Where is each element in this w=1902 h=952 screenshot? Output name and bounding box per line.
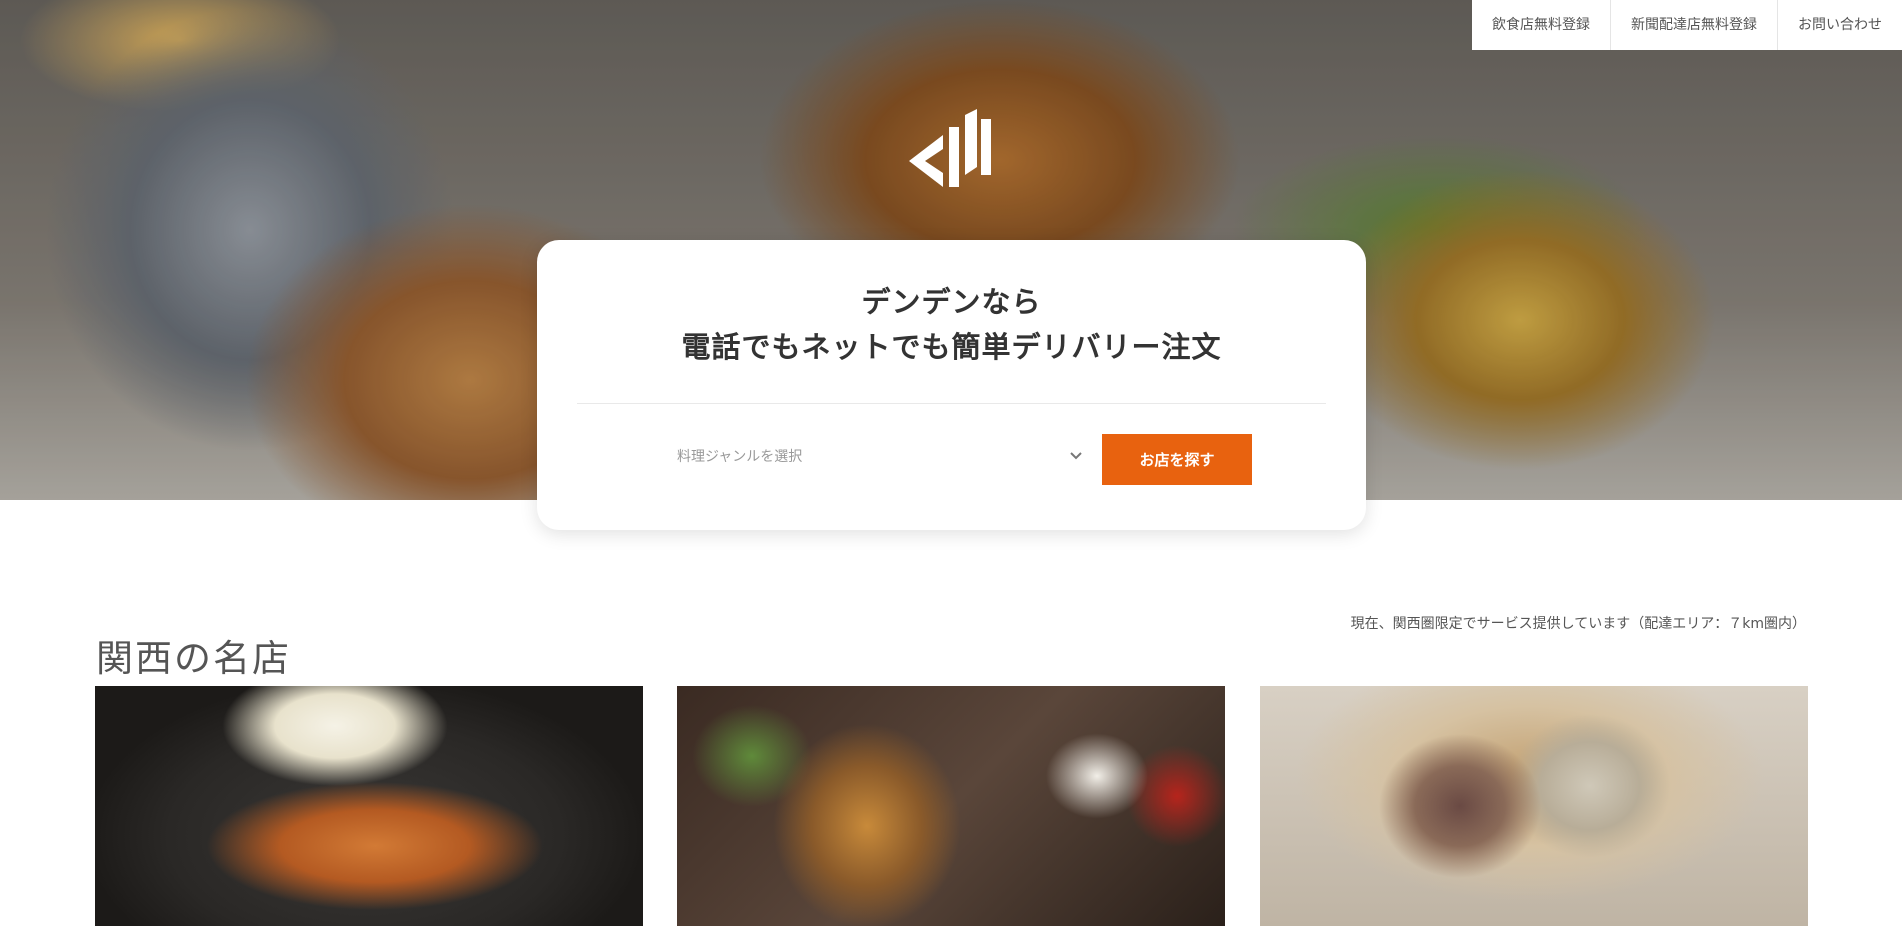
- nav-newspaper-register-link[interactable]: 新聞配達店無料登録: [1610, 0, 1777, 50]
- nav-restaurant-register-link[interactable]: 飲食店無料登録: [1472, 0, 1610, 50]
- shop-card-image-tempura[interactable]: [677, 686, 1225, 926]
- find-shop-button[interactable]: お店を探す: [1102, 434, 1252, 485]
- shop-card-image-tonkatsu[interactable]: [95, 686, 643, 926]
- search-card: デンデンなら 電話でもネットでも簡単デリバリー注文 料理ジャンルを選択 お店を探…: [537, 240, 1366, 530]
- hero-heading: デンデンなら 電話でもネットでも簡単デリバリー注文: [537, 280, 1366, 370]
- section-title: 関西の名店: [96, 636, 291, 680]
- dd-logo-icon[interactable]: [905, 105, 997, 193]
- card-divider: [577, 403, 1326, 404]
- genre-select[interactable]: 料理ジャンルを選択: [667, 432, 1087, 480]
- chevron-down-icon: [1070, 452, 1082, 460]
- hero-heading-line2: 電話でもネットでも簡単デリバリー注文: [681, 330, 1222, 364]
- nav-contact-link[interactable]: お問い合わせ: [1777, 0, 1902, 50]
- hero-heading-line1: デンデンなら: [861, 285, 1042, 319]
- service-area-note: 現在、関西圏限定でサービス提供しています（配達エリア：７km圏内）: [1350, 616, 1806, 632]
- top-nav: 飲食店無料登録 新聞配達店無料登録 お問い合わせ: [1472, 0, 1902, 50]
- genre-select-placeholder: 料理ジャンルを選択: [677, 449, 803, 465]
- shop-card-image-warabimochi[interactable]: [1260, 686, 1808, 926]
